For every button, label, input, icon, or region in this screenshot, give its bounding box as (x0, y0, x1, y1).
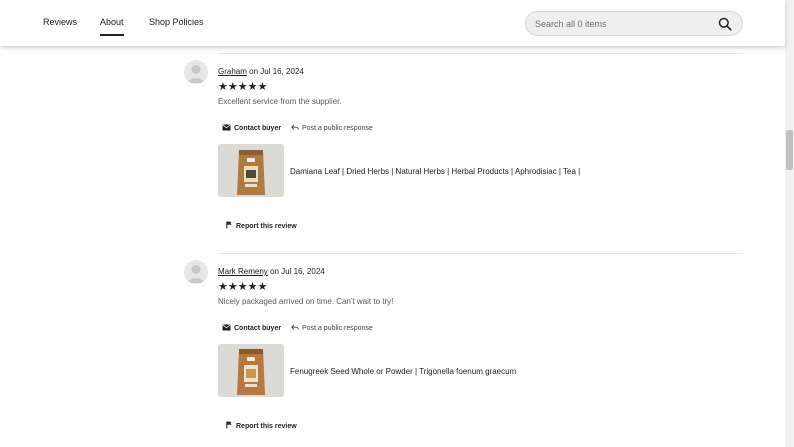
page-scrollbar[interactable] (785, 0, 794, 447)
reviewer-name-link[interactable]: Mark Remeny (218, 267, 268, 276)
search-icon[interactable] (718, 17, 732, 31)
post-response-label: Post a public response (302, 325, 373, 332)
report-review-button[interactable]: Report this review (226, 421, 297, 431)
contact-buyer-button[interactable]: Contact buyer (222, 324, 281, 333)
tab-about[interactable]: About (100, 17, 124, 36)
envelope-icon (222, 124, 231, 133)
product-title-link[interactable]: Fenugreek Seed Whole or Powder | Trigone… (290, 367, 516, 376)
report-review-label: Report this review (236, 222, 297, 230)
review-divider (218, 53, 743, 54)
report-review-button[interactable]: Report this review (226, 221, 297, 231)
review-text: Excellent service from the supplier. (218, 97, 342, 106)
shop-header: Reviews About Shop Policies (0, 0, 785, 46)
review-date: on Jul 16, 2024 (246, 67, 304, 76)
tab-reviews[interactable]: Reviews (43, 17, 77, 27)
report-review-label: Report this review (236, 422, 297, 430)
flag-icon (226, 421, 232, 431)
product-thumbnail[interactable] (218, 344, 284, 397)
search-input[interactable] (535, 16, 715, 32)
reviewer-name-link[interactable]: Graham (218, 67, 247, 76)
post-public-response-button[interactable]: Post a public response (291, 124, 373, 133)
shop-search-bar (525, 11, 743, 36)
contact-buyer-button[interactable]: Contact buyer (222, 124, 281, 133)
contact-buyer-label: Contact buyer (234, 325, 282, 332)
contact-buyer-label: Contact buyer (234, 125, 282, 132)
reviewer-line: Mark Remeny on Jul 16, 2024 (218, 267, 325, 276)
review-text: Nicely packaged arrived on time. Can't w… (218, 297, 394, 306)
post-public-response-button[interactable]: Post a public response (291, 324, 373, 333)
star-rating: ★★★★★ (218, 281, 268, 293)
review-item: Graham on Jul 16, 2024 ★★★★★ Excellent s… (0, 60, 785, 260)
avatar[interactable] (184, 260, 208, 284)
reply-arrow-icon (291, 124, 299, 133)
reply-arrow-icon (291, 324, 299, 333)
avatar[interactable] (184, 60, 208, 84)
product-title-link[interactable]: Damiana Leaf | Dried Herbs | Natural Her… (290, 167, 580, 176)
star-rating: ★★★★★ (218, 81, 268, 93)
reviewer-line: Graham on Jul 16, 2024 (218, 67, 304, 76)
review-item: Mark Remeny on Jul 16, 2024 ★★★★★ Nicely… (0, 260, 785, 447)
review-divider (218, 253, 743, 254)
tab-shop-policies[interactable]: Shop Policies (149, 17, 204, 27)
envelope-icon (222, 324, 231, 333)
review-date: on Jul 16, 2024 (267, 267, 325, 276)
post-response-label: Post a public response (302, 125, 373, 132)
product-thumbnail[interactable] (218, 144, 284, 197)
scrollbar-thumb[interactable] (786, 130, 793, 170)
flag-icon (226, 221, 232, 231)
